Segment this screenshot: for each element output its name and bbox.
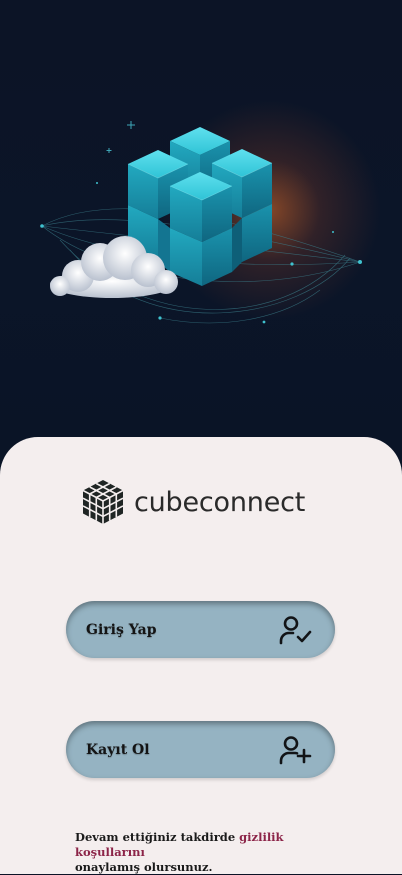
hero-illustration	[0, 0, 402, 470]
cube-grid-icon	[82, 480, 124, 524]
cube-cloud-illustration	[40, 121, 362, 324]
register-button[interactable]: Kayıt Ol	[66, 721, 335, 778]
user-check-icon	[279, 615, 312, 644]
legal-suffix: onaylamış olursunuz.	[75, 860, 213, 874]
brand-logo: cubeconnect	[82, 478, 305, 526]
login-button-label: Giriş Yap	[86, 621, 157, 638]
legal-notice: Devam ettiğiniz takdirde gizlilik koşull…	[75, 830, 345, 875]
legal-prefix: Devam ettiğiniz takdirde	[75, 830, 240, 844]
login-button[interactable]: Giriş Yap	[66, 601, 335, 658]
brand-name: cubeconnect	[134, 486, 306, 518]
user-plus-icon	[279, 735, 312, 764]
register-button-label: Kayıt Ol	[86, 741, 150, 758]
